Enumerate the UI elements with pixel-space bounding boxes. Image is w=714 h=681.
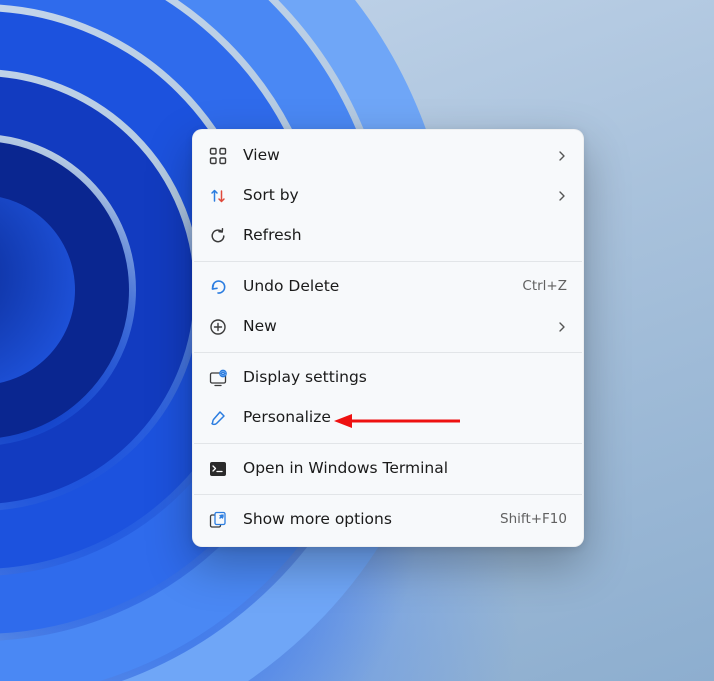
chevron-right-icon (553, 150, 567, 162)
menu-item-undo-delete[interactable]: Undo Delete Ctrl+Z (193, 267, 583, 307)
menu-item-show-more-options[interactable]: Show more options Shift+F10 (193, 500, 583, 540)
menu-item-display-settings[interactable]: Display settings (193, 358, 583, 398)
undo-icon (207, 276, 229, 298)
menu-separator (194, 494, 582, 495)
menu-item-open-in-windows-terminal[interactable]: Open in Windows Terminal (193, 449, 583, 489)
menu-label: Undo Delete (243, 279, 339, 295)
menu-item-refresh[interactable]: Refresh (193, 216, 583, 256)
menu-shortcut: Ctrl+Z (522, 280, 567, 294)
display-settings-icon (207, 367, 229, 389)
menu-separator (194, 443, 582, 444)
desktop-context-menu: View Sort by (192, 129, 584, 547)
menu-label: View (243, 148, 280, 164)
menu-label: Show more options (243, 512, 392, 528)
menu-item-personalize[interactable]: Personalize (193, 398, 583, 438)
menu-label: Personalize (243, 410, 331, 426)
chevron-right-icon (553, 190, 567, 202)
menu-label: Display settings (243, 370, 367, 386)
menu-label: Sort by (243, 188, 299, 204)
new-plus-icon (207, 316, 229, 338)
terminal-icon (207, 458, 229, 480)
view-grid-icon (207, 145, 229, 167)
menu-item-new[interactable]: New (193, 307, 583, 347)
menu-shortcut: Shift+F10 (500, 513, 567, 527)
menu-label: New (243, 319, 277, 335)
menu-label: Refresh (243, 228, 302, 244)
menu-item-sort-by[interactable]: Sort by (193, 176, 583, 216)
paintbrush-icon (207, 407, 229, 429)
refresh-icon (207, 225, 229, 247)
menu-label: Open in Windows Terminal (243, 461, 448, 477)
sort-icon (207, 185, 229, 207)
menu-separator (194, 261, 582, 262)
menu-separator (194, 352, 582, 353)
desktop-background[interactable]: View Sort by (0, 0, 714, 681)
menu-item-view[interactable]: View (193, 136, 583, 176)
show-more-icon (207, 509, 229, 531)
chevron-right-icon (553, 321, 567, 333)
